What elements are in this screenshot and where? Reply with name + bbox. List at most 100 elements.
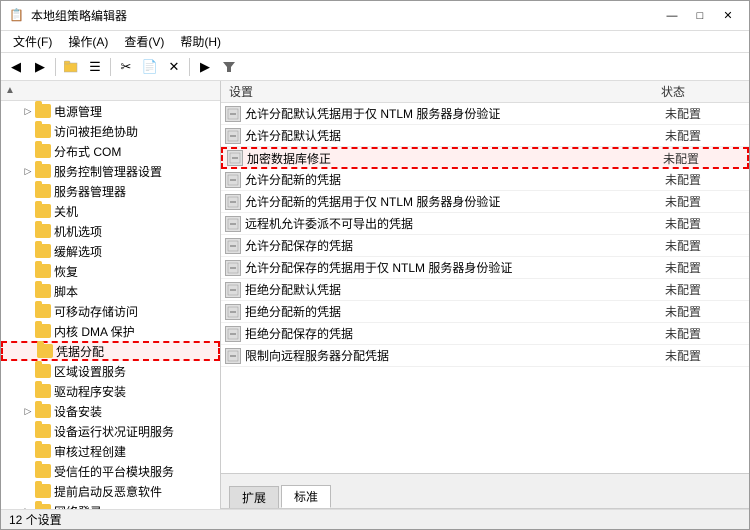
setting-name: 拒绝分配保存的凭据	[245, 325, 665, 342]
setting-icon	[225, 194, 241, 210]
close-button[interactable]: ✕	[715, 6, 741, 26]
setting-row-deny-new[interactable]: 拒绝分配新的凭据 未配置	[221, 301, 749, 323]
filter-button[interactable]	[218, 56, 240, 78]
delete-button[interactable]: ✕	[163, 56, 185, 78]
minimize-button[interactable]: —	[659, 6, 685, 26]
maximize-button[interactable]: □	[687, 6, 713, 26]
tree-item-elam[interactable]: 提前启动反恶意软件	[1, 481, 220, 501]
folder-icon	[35, 204, 51, 218]
setting-status: 未配置	[663, 150, 743, 167]
setting-icon	[225, 238, 241, 254]
tabs-row: 扩展 标准	[221, 487, 749, 509]
folder-icon	[35, 184, 51, 198]
tree-label: 关机	[54, 203, 220, 220]
cut-button[interactable]: ✂	[115, 56, 137, 78]
setting-status: 未配置	[665, 259, 745, 276]
tree-label: 机机选项	[54, 223, 220, 240]
menu-help[interactable]: 帮助(H)	[172, 31, 229, 52]
expand-icon: ▷	[21, 164, 35, 178]
setting-status: 未配置	[665, 193, 745, 210]
tree-label: 服务控制管理器设置	[54, 163, 220, 180]
setting-status: 未配置	[665, 303, 745, 320]
setting-row-default[interactable]: 允许分配默认凭据 未配置	[221, 125, 749, 147]
tree-item-locale[interactable]: 区域设置服务	[1, 361, 220, 381]
tree-label: 提前启动反恶意软件	[54, 483, 220, 500]
setting-icon	[225, 216, 241, 232]
expand-icon	[21, 244, 35, 258]
setting-row-new[interactable]: 允许分配新的凭据 未配置	[221, 169, 749, 191]
folder-button[interactable]	[60, 56, 82, 78]
setting-name: 允许分配保存的凭据	[245, 237, 665, 254]
setting-row-remote[interactable]: 远程机允许委派不可导出的凭据 未配置	[221, 213, 749, 235]
expand-icon: ▷	[21, 104, 35, 118]
toolbar-separator-2	[110, 58, 111, 76]
expand-icon	[21, 284, 35, 298]
setting-row-ntlm-default[interactable]: 允许分配默认凭据用于仅 NTLM 服务器身份验证 未配置	[221, 103, 749, 125]
setting-row-deny-saved[interactable]: 拒绝分配保存的凭据 未配置	[221, 323, 749, 345]
tree-item-audit[interactable]: 审核过程创建	[1, 441, 220, 461]
tree-item-health[interactable]: 设备运行状况证明服务	[1, 421, 220, 441]
setting-row-new-ntlm[interactable]: 允许分配新的凭据用于仅 NTLM 服务器身份验证 未配置	[221, 191, 749, 213]
setting-row-saved[interactable]: 允许分配保存的凭据 未配置	[221, 235, 749, 257]
tab-standard[interactable]: 标准	[281, 485, 331, 508]
setting-name: 允许分配默认凭据用于仅 NTLM 服务器身份验证	[245, 105, 665, 122]
toolbar-separator-1	[55, 58, 56, 76]
tree-label: 恢复	[54, 263, 220, 280]
tree-label: 脚本	[54, 283, 220, 300]
setting-icon	[225, 172, 241, 188]
setting-row-deny-default[interactable]: 拒绝分配默认凭据 未配置	[221, 279, 749, 301]
back-button[interactable]: ◀	[5, 56, 27, 78]
menu-bar: 文件(F) 操作(A) 查看(V) 帮助(H)	[1, 31, 749, 53]
window-controls: — □ ✕	[659, 6, 741, 26]
title-bar: 📋 本地组策略编辑器 — □ ✕	[1, 1, 749, 31]
menu-action[interactable]: 操作(A)	[60, 31, 116, 52]
tree-label: 访问被拒绝协助	[54, 123, 220, 140]
tree-label: 内核 DMA 保护	[54, 323, 220, 340]
setting-status: 未配置	[665, 325, 745, 342]
setting-row-limit[interactable]: 限制向远程服务器分配凭据 未配置	[221, 345, 749, 367]
tree-label: 设备运行状况证明服务	[54, 423, 220, 440]
setting-icon	[225, 348, 241, 364]
tree-item-credential[interactable]: 凭据分配	[1, 341, 220, 361]
setting-status: 未配置	[665, 171, 745, 188]
tree-item-mitigation[interactable]: 缓解选项	[1, 241, 220, 261]
tree-label: 区域设置服务	[54, 363, 220, 380]
menu-view[interactable]: 查看(V)	[116, 31, 172, 52]
setting-name: 允许分配新的凭据	[245, 171, 665, 188]
tree-item-driver[interactable]: 驱动程序安装	[1, 381, 220, 401]
folder-icon	[35, 264, 51, 278]
tree-label: 缓解选项	[54, 243, 220, 260]
folder-icon	[35, 304, 51, 318]
tree-item-dcom[interactable]: 分布式 COM	[1, 141, 220, 161]
tree-item-tpm[interactable]: 受信任的平台模块服务	[1, 461, 220, 481]
tree-item-device-install[interactable]: ▷ 设备安装	[1, 401, 220, 421]
tree-up-arrow[interactable]: ▲	[5, 85, 15, 96]
tree-item-scm[interactable]: ▷ 服务控制管理器设置	[1, 161, 220, 181]
setting-name: 拒绝分配新的凭据	[245, 303, 665, 320]
setting-row-encrypt[interactable]: 加密数据库修正 未配置	[221, 147, 749, 169]
tree-item-scripts[interactable]: 脚本	[1, 281, 220, 301]
setting-row-saved-ntlm[interactable]: 允许分配保存的凭据用于仅 NTLM 服务器身份验证 未配置	[221, 257, 749, 279]
tab-expand[interactable]: 扩展	[229, 486, 279, 508]
tree-item-access[interactable]: 访问被拒绝协助	[1, 121, 220, 141]
tree-item-recovery[interactable]: 恢复	[1, 261, 220, 281]
list-button[interactable]: ☰	[84, 56, 106, 78]
properties-button[interactable]: ▶	[194, 56, 216, 78]
copy-button[interactable]: 📄	[139, 56, 161, 78]
forward-button[interactable]: ▶	[29, 56, 51, 78]
window-title: 本地组策略编辑器	[31, 7, 127, 24]
tree-item-dma[interactable]: 内核 DMA 保护	[1, 321, 220, 341]
folder-icon	[35, 444, 51, 458]
tree-item-shutdown[interactable]: 关机	[1, 201, 220, 221]
tree-item-power[interactable]: ▷ 电源管理	[1, 101, 220, 121]
expand-icon	[21, 304, 35, 318]
tree-item-removable[interactable]: 可移动存储访问	[1, 301, 220, 321]
tree-item-machine[interactable]: 机机选项	[1, 221, 220, 241]
menu-file[interactable]: 文件(F)	[5, 31, 60, 52]
status-text: 12 个设置	[9, 511, 62, 528]
setting-icon	[225, 128, 241, 144]
tree-label: 受信任的平台模块服务	[54, 463, 220, 480]
tree-item-servermgr[interactable]: 服务器管理器	[1, 181, 220, 201]
setting-icon	[225, 260, 241, 276]
tree-item-netlogon[interactable]: ▷ 网络登录	[1, 501, 220, 509]
